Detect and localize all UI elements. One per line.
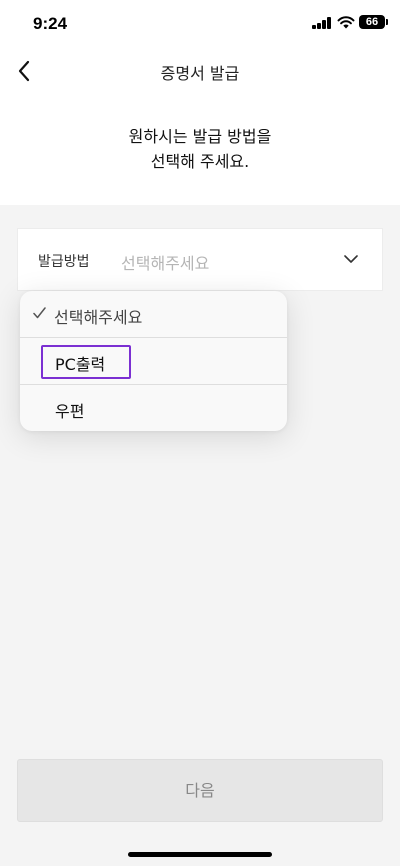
home-indicator <box>128 852 272 857</box>
instruction-line-1: 원하시는 발급 방법을 <box>128 127 272 146</box>
issue-method-value: 선택해주세요 <box>121 254 210 273</box>
checkmark-icon <box>33 307 46 319</box>
status-time: 9:24 <box>33 14 68 33</box>
option-select-prompt[interactable]: 선택해주세요 <box>20 291 287 337</box>
next-button[interactable]: 다음 <box>17 759 383 822</box>
status-bar: 9:24 66 <box>0 0 400 48</box>
issue-method-select[interactable]: 발급방법 선택해주세요 <box>17 228 383 291</box>
instruction-line-2: 선택해 주세요. <box>150 152 250 171</box>
pc-print-highlight <box>41 345 131 379</box>
battery-icon: 66 <box>359 15 388 29</box>
issue-method-label: 발급방법 <box>38 254 90 270</box>
option-label: 선택해주세요 <box>54 308 143 327</box>
instruction-text: 원하시는 발급 방법을 선택해 주세요. <box>0 124 400 174</box>
wifi-icon <box>337 16 355 29</box>
cellular-signal-icon <box>312 17 332 29</box>
option-mail[interactable]: 우편 <box>20 385 287 431</box>
option-label: 우편 <box>55 402 85 421</box>
chevron-down-icon <box>344 255 358 263</box>
page-title: 증명서 발급 <box>160 64 240 83</box>
